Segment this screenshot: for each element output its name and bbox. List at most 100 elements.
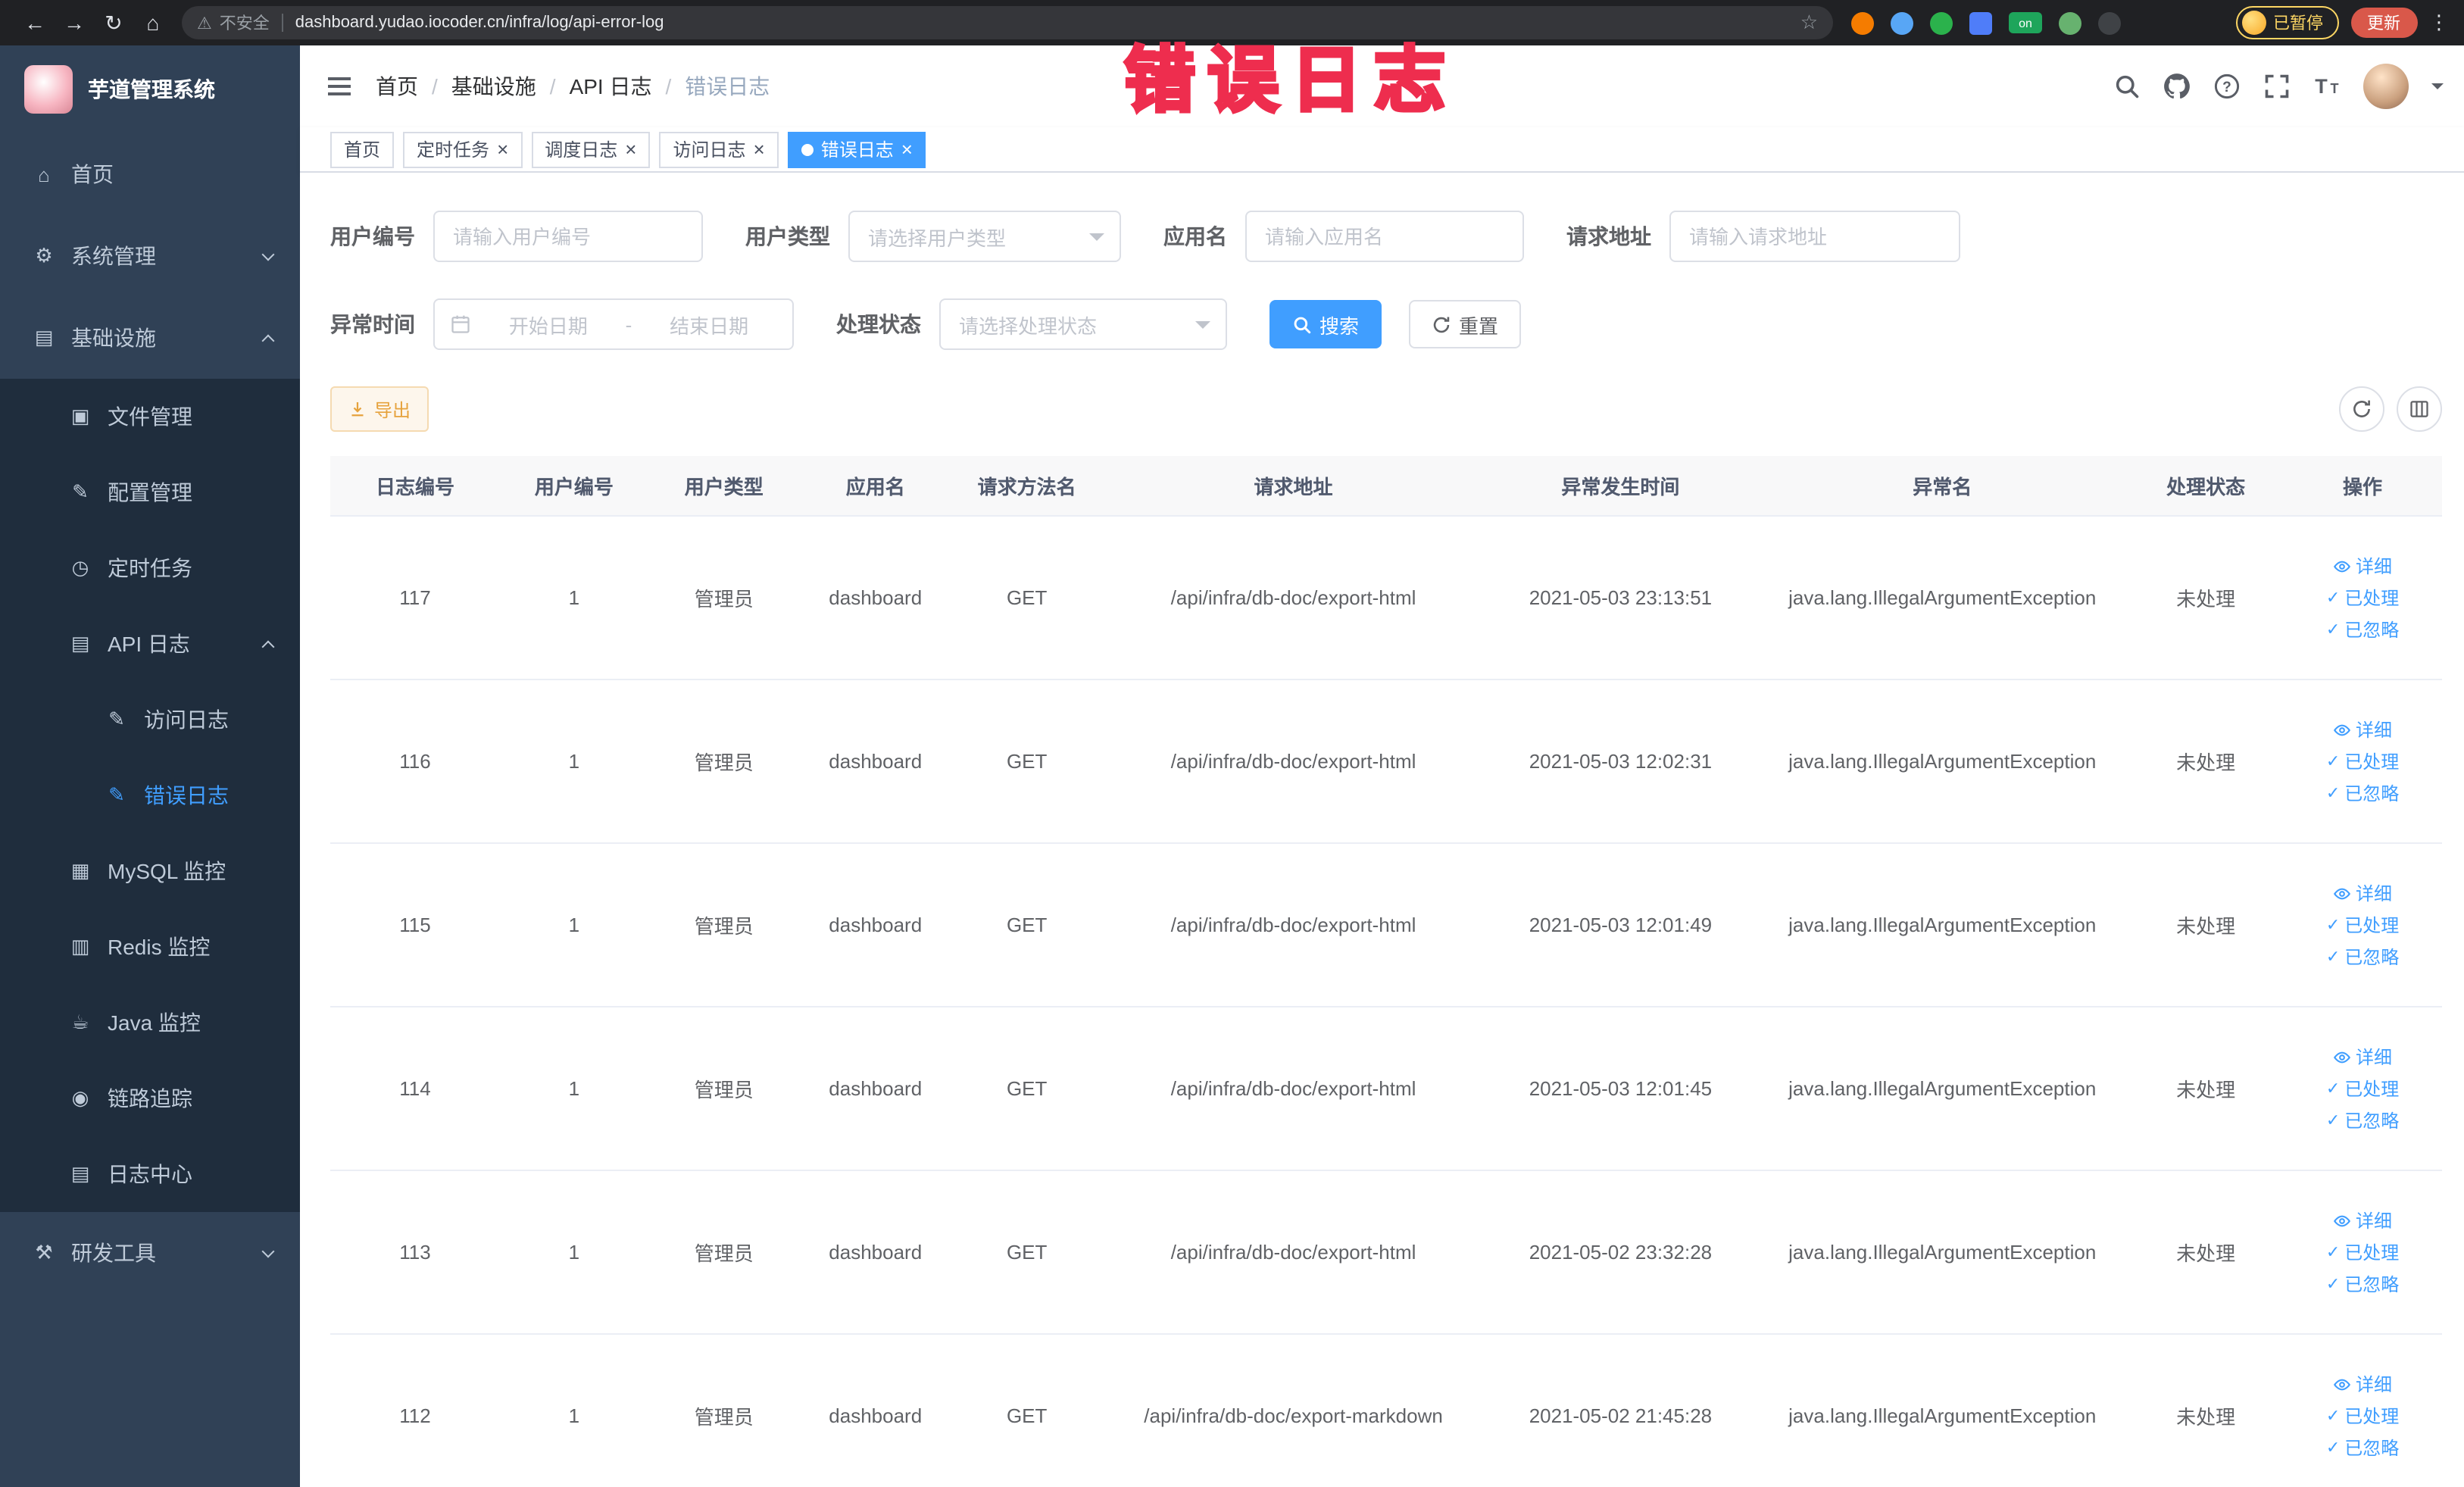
- breadcrumb-item-1[interactable]: 基础设施: [451, 71, 536, 102]
- export-button[interactable]: 导出: [330, 386, 429, 432]
- close-icon[interactable]: ×: [901, 139, 913, 159]
- extension-icon-dark[interactable]: [2098, 11, 2121, 34]
- check-icon: ✓: [2325, 1439, 2341, 1457]
- sidebar-item-11[interactable]: ☕ Java 监控: [0, 985, 300, 1061]
- app-name-input[interactable]: [1245, 211, 1524, 262]
- tab-1[interactable]: 定时任务 ×: [403, 131, 523, 167]
- sidebar-menu: ⌂ 首页 ⚙ 系统管理 ▤ 基础设施 ▣ 文件管理 ✎ 配置管理 ◷ 定时任务 ▤ API 日志 ✎ 访问日志…: [0, 133, 300, 1294]
- tab-3[interactable]: 访问日志 ×: [659, 131, 779, 167]
- action-processed-link[interactable]: ✓ 已处理: [2326, 912, 2399, 938]
- action-detail-link[interactable]: 详细: [2333, 880, 2392, 906]
- github-icon[interactable]: [2163, 73, 2190, 100]
- help-icon[interactable]: ?: [2213, 73, 2240, 100]
- action-ignored-link[interactable]: ✓ 已忽略: [2326, 1107, 2399, 1133]
- action-detail-link[interactable]: 详细: [2333, 1371, 2392, 1397]
- extension-icon-orange[interactable]: [1851, 11, 1874, 34]
- chevron-down-icon: [1089, 233, 1104, 248]
- sidebar-item-14[interactable]: ⚒ 研发工具: [0, 1212, 300, 1294]
- chevron-down-icon[interactable]: [2431, 83, 2443, 95]
- browser-forward-button[interactable]: →: [55, 3, 94, 42]
- paused-badge[interactable]: 已暂停: [2235, 6, 2338, 39]
- sidebar-item-7[interactable]: ✎ 访问日志: [0, 682, 300, 758]
- address-bar[interactable]: ⚠ 不安全 dashboard.yudao.iocoder.cn/infra/l…: [182, 6, 1833, 39]
- reset-button[interactable]: 重置: [1409, 300, 1522, 348]
- action-processed-link[interactable]: ✓ 已处理: [2326, 1239, 2399, 1265]
- cell-app: dashboard: [829, 750, 923, 773]
- column-settings-button[interactable]: [2396, 386, 2441, 432]
- browser-menu-icon[interactable]: ⋮: [2429, 11, 2449, 35]
- request-url-input[interactable]: [1669, 211, 1960, 262]
- sidebar-item-0[interactable]: ⌂ 首页: [0, 133, 300, 215]
- sidebar-item-2[interactable]: ▤ 基础设施: [0, 297, 300, 379]
- cell-id: 112: [399, 1404, 431, 1427]
- extension-icon-on-badge[interactable]: on: [2009, 12, 2042, 33]
- hamburger-menu-icon[interactable]: [324, 71, 354, 102]
- sidebar-item-1[interactable]: ⚙ 系统管理: [0, 215, 300, 297]
- action-ignored-link[interactable]: ✓ 已忽略: [2326, 617, 2399, 642]
- update-button[interactable]: 更新: [2350, 8, 2417, 38]
- check-icon: ✓: [2325, 1080, 2341, 1098]
- action-detail-link[interactable]: 详细: [2333, 717, 2392, 742]
- breadcrumb-item-2[interactable]: API 日志: [570, 71, 652, 102]
- filter-row-1: 用户编号 用户类型 请选择用户类型 应用名: [330, 211, 2441, 262]
- font-size-icon[interactable]: TT: [2313, 73, 2340, 100]
- check-icon: ✓: [2325, 1276, 2341, 1294]
- svg-text:T: T: [2314, 75, 2327, 98]
- cell-app: dashboard: [829, 1077, 923, 1100]
- browser-reload-button[interactable]: ↻: [94, 3, 133, 42]
- action-processed-link[interactable]: ✓ 已处理: [2326, 1076, 2399, 1101]
- action-processed-link[interactable]: ✓ 已处理: [2326, 748, 2399, 774]
- security-label[interactable]: 不安全: [220, 11, 270, 35]
- extension-icon-leaf[interactable]: [2059, 11, 2081, 34]
- extension-icon-green[interactable]: [1930, 11, 1953, 34]
- app-logo[interactable]: 芋道管理系统: [0, 45, 300, 133]
- breadcrumb-item-0[interactable]: 首页: [376, 71, 418, 102]
- sidebar-item-13[interactable]: ▤ 日志中心: [0, 1136, 300, 1212]
- sidebar-item-12[interactable]: ◉ 链路追踪: [0, 1061, 300, 1136]
- close-icon[interactable]: ×: [497, 139, 508, 159]
- sidebar-item-9[interactable]: ▦ MySQL 监控: [0, 833, 300, 909]
- close-icon[interactable]: ×: [754, 139, 765, 159]
- sidebar-item-5[interactable]: ◷ 定时任务: [0, 530, 300, 606]
- action-ignored-link[interactable]: ✓ 已忽略: [2326, 780, 2399, 806]
- user-avatar[interactable]: [2363, 64, 2408, 109]
- search-icon[interactable]: [2113, 73, 2140, 100]
- fullscreen-icon[interactable]: [2263, 73, 2290, 100]
- extensions-area: on: [1851, 11, 2121, 34]
- action-ignored-link[interactable]: ✓ 已忽略: [2326, 1271, 2399, 1297]
- browser-home-button[interactable]: ⌂: [133, 3, 173, 42]
- action-ignored-link[interactable]: ✓ 已忽略: [2326, 1435, 2399, 1460]
- user-id-input[interactable]: [433, 211, 703, 262]
- address-bar-divider: [281, 14, 283, 32]
- sidebar: 芋道管理系统 ⌂ 首页 ⚙ 系统管理 ▤ 基础设施 ▣ 文件管理 ✎ 配置管理 ◷ 定时任务 ▤ API …: [0, 45, 300, 1487]
- action-processed-link[interactable]: ✓ 已处理: [2326, 585, 2399, 611]
- check-icon: ✓: [2325, 785, 2341, 803]
- eye-icon: [2333, 1375, 2351, 1393]
- action-detail-link[interactable]: 详细: [2333, 1044, 2392, 1070]
- content-area: 用户编号 用户类型 请选择用户类型 应用名: [300, 173, 2464, 1487]
- action-detail-link[interactable]: 详细: [2333, 1207, 2392, 1233]
- bookmark-star-icon[interactable]: ☆: [1800, 11, 1818, 35]
- sidebar-item-8[interactable]: ✎ 错误日志: [0, 758, 300, 833]
- action-ignored-link[interactable]: ✓ 已忽略: [2326, 944, 2399, 970]
- extension-icon-blue-grid[interactable]: [1969, 11, 1992, 34]
- tab-0[interactable]: 首页: [330, 131, 395, 167]
- action-processed-link[interactable]: ✓ 已处理: [2326, 1403, 2399, 1429]
- extension-icon-blue-drop[interactable]: [1891, 11, 1913, 34]
- exception-time-range-picker[interactable]: 开始日期 - 结束日期: [433, 298, 794, 350]
- tab-4[interactable]: 错误日志 ×: [787, 131, 926, 167]
- cell-status: 未处理: [2176, 751, 2236, 774]
- tab-2[interactable]: 调度日志 ×: [531, 131, 651, 167]
- user-type-select[interactable]: 请选择用户类型: [848, 211, 1121, 262]
- refresh-button[interactable]: [2338, 386, 2384, 432]
- cell-exception: java.lang.IllegalArgumentException: [1788, 586, 2097, 609]
- sidebar-item-10[interactable]: ▥ Redis 监控: [0, 909, 300, 985]
- action-detail-link[interactable]: 详细: [2333, 553, 2392, 579]
- browser-back-button[interactable]: ←: [15, 3, 55, 42]
- search-button[interactable]: 搜索: [1269, 300, 1382, 348]
- sidebar-item-3[interactable]: ▣ 文件管理: [0, 379, 300, 455]
- process-status-select[interactable]: 请选择处理状态: [939, 298, 1227, 350]
- sidebar-item-4[interactable]: ✎ 配置管理: [0, 455, 300, 530]
- close-icon[interactable]: ×: [625, 139, 636, 159]
- sidebar-item-6[interactable]: ▤ API 日志: [0, 606, 300, 682]
